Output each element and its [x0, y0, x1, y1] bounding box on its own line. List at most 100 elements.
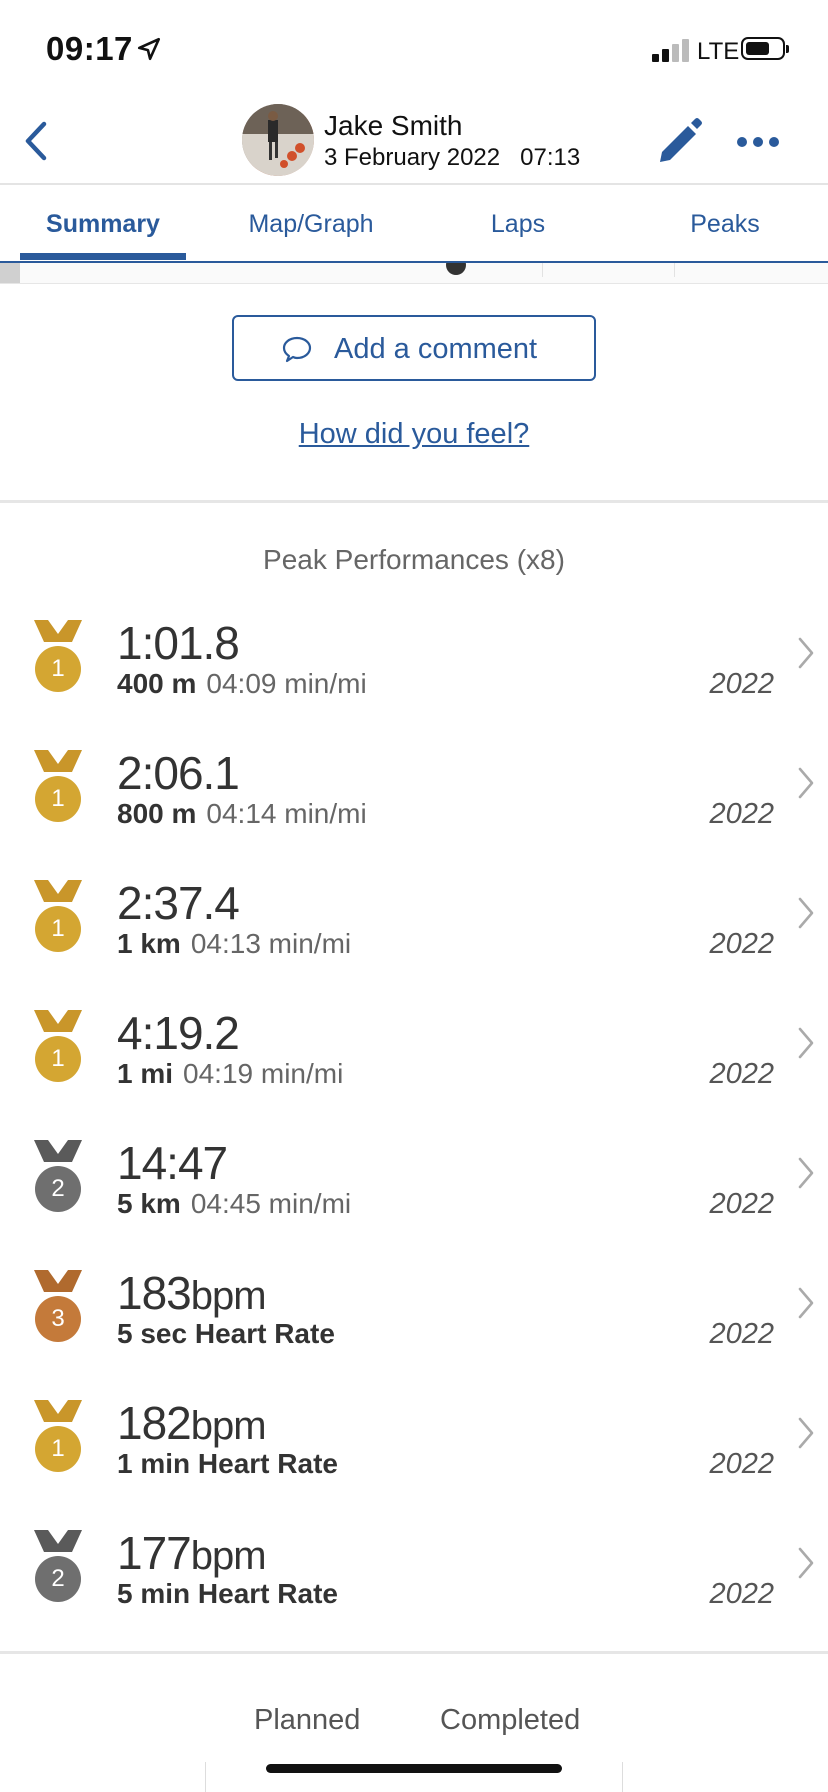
- medal-rank: 1: [35, 1426, 81, 1472]
- peak-value: 4:19.2: [117, 1006, 240, 1060]
- edit-pencil-icon[interactable]: [654, 114, 704, 166]
- back-chevron-icon[interactable]: [18, 118, 56, 164]
- peak-row[interactable]: 1 4:19.2 1 mi 04:19 min/mi 2022: [0, 1006, 828, 1136]
- peak-pace: 04:19 min/mi: [183, 1058, 344, 1089]
- peak-value-unit: bpm: [190, 1534, 267, 1578]
- peak-year: 2022: [709, 1188, 774, 1220]
- peak-value-number: 182: [117, 1397, 192, 1449]
- peak-value-number: 2:37.4: [117, 877, 240, 929]
- comment-bubble-icon: [282, 336, 312, 363]
- peak-distance: 1 km: [117, 928, 181, 959]
- tab-peaks[interactable]: Peaks: [650, 210, 800, 239]
- medal-rank: 1: [35, 906, 81, 952]
- chevron-right-icon: [798, 1547, 814, 1579]
- peak-value-number: 2:06.1: [117, 747, 240, 799]
- active-tab-indicator: [20, 253, 186, 260]
- peak-year: 2022: [709, 668, 774, 700]
- how-did-you-feel-link[interactable]: How did you feel?: [0, 418, 828, 451]
- peak-metric: 5 sec Heart Rate: [117, 1318, 345, 1350]
- scrolled-content-strip: [0, 263, 828, 284]
- peak-distance: 5 km: [117, 1188, 181, 1219]
- peak-value: 1:01.8: [117, 616, 240, 670]
- peak-metric: 1 min Heart Rate: [117, 1448, 348, 1480]
- peak-year: 2022: [709, 1448, 774, 1480]
- peak-row[interactable]: 1 182bpm 1 min Heart Rate 2022: [0, 1396, 828, 1526]
- activity-datetime: 3 February 2022 07:13: [324, 144, 580, 172]
- tab-summary[interactable]: Summary: [20, 210, 186, 239]
- peak-performances-title: Peak Performances (x8): [263, 544, 565, 575]
- more-options-icon[interactable]: [736, 136, 780, 148]
- peak-value-number: 177: [117, 1527, 192, 1579]
- peak-metric: 800 m 04:14 min/mi: [117, 798, 367, 830]
- peak-row[interactable]: 1 1:01.8 400 m 04:09 min/mi 2022: [0, 616, 828, 746]
- peak-value-number: 14:47: [117, 1137, 228, 1189]
- peak-value: 177bpm: [117, 1526, 267, 1580]
- signal-icon: [652, 38, 690, 62]
- avatar[interactable]: [242, 104, 314, 176]
- peak-metric: 400 m 04:09 min/mi: [117, 668, 367, 700]
- chevron-right-icon: [798, 1287, 814, 1319]
- tab-map-graph[interactable]: Map/Graph: [226, 210, 396, 239]
- medal-rank: 3: [35, 1296, 81, 1342]
- peak-distance: 400 m: [117, 668, 197, 699]
- activity-time: 07:13: [520, 144, 581, 171]
- peak-metric: 5 min Heart Rate: [117, 1578, 348, 1610]
- bottom-separator: [205, 1762, 206, 1792]
- chevron-right-icon: [798, 1157, 814, 1189]
- chevron-right-icon: [798, 1027, 814, 1059]
- section-divider: [0, 500, 828, 503]
- peak-row[interactable]: 3 183bpm 5 sec Heart Rate 2022: [0, 1266, 828, 1396]
- peak-year: 2022: [709, 1578, 774, 1610]
- header-divider: [0, 183, 828, 185]
- peak-value-number: 4:19.2: [117, 1007, 240, 1059]
- chevron-right-icon: [798, 637, 814, 669]
- peak-distance: 5 sec Heart Rate: [117, 1318, 335, 1349]
- medal-rank: 1: [35, 776, 81, 822]
- peak-value-unit: bpm: [190, 1404, 267, 1448]
- user-name: Jake Smith: [324, 110, 463, 141]
- peak-row[interactable]: 2 14:47 5 km 04:45 min/mi 2022: [0, 1136, 828, 1266]
- chevron-right-icon: [798, 897, 814, 929]
- gold-medal-icon: 1: [32, 880, 84, 952]
- chevron-right-icon: [798, 1417, 814, 1449]
- battery-icon: [741, 37, 789, 60]
- planned-tab[interactable]: Planned: [254, 1704, 360, 1737]
- chevron-right-icon: [798, 767, 814, 799]
- gold-medal-icon: 1: [32, 1010, 84, 1082]
- peak-pace: 04:13 min/mi: [190, 928, 352, 959]
- network-type: LTE: [697, 38, 740, 65]
- add-comment-button[interactable]: Add a comment: [232, 315, 596, 381]
- peak-row[interactable]: 1 2:37.4 1 km 04:13 min/mi 2022: [0, 876, 828, 1006]
- medal-rank: 2: [35, 1166, 81, 1212]
- peak-value-number: 183: [117, 1267, 192, 1319]
- medal-rank: 1: [35, 1036, 81, 1082]
- gold-medal-icon: 1: [32, 750, 84, 822]
- completed-tab[interactable]: Completed: [440, 1704, 580, 1737]
- peak-distance: 5 min Heart Rate: [117, 1578, 338, 1609]
- peak-value: 2:06.1: [117, 746, 240, 800]
- home-indicator[interactable]: [266, 1764, 562, 1773]
- peak-year: 2022: [709, 1058, 774, 1090]
- peak-pace: 04:45 min/mi: [190, 1188, 352, 1219]
- peak-row[interactable]: 2 177bpm 5 min Heart Rate 2022: [0, 1526, 828, 1656]
- peak-year: 2022: [709, 798, 774, 830]
- activity-date: 3 February 2022: [324, 144, 501, 171]
- medal-rank: 2: [35, 1556, 81, 1602]
- peak-value: 183bpm: [117, 1266, 267, 1320]
- peak-metric: 1 km 04:13 min/mi: [117, 928, 351, 960]
- silver-medal-icon: 2: [32, 1530, 84, 1602]
- location-arrow-icon: [137, 37, 161, 61]
- tab-laps[interactable]: Laps: [440, 210, 596, 239]
- medal-rank: 1: [35, 646, 81, 692]
- peak-year: 2022: [709, 928, 774, 960]
- peak-distance: 1 mi: [117, 1058, 174, 1089]
- peak-value-unit: bpm: [190, 1274, 267, 1318]
- peak-distance: 1 min Heart Rate: [117, 1448, 338, 1479]
- peak-metric: 5 km 04:45 min/mi: [117, 1188, 351, 1220]
- silver-medal-icon: 2: [32, 1140, 84, 1212]
- bronze-medal-icon: 3: [32, 1270, 84, 1342]
- bottom-separator: [622, 1762, 623, 1792]
- peak-row[interactable]: 1 2:06.1 800 m 04:14 min/mi 2022: [0, 746, 828, 876]
- add-comment-label: Add a comment: [334, 333, 538, 365]
- gold-medal-icon: 1: [32, 620, 84, 692]
